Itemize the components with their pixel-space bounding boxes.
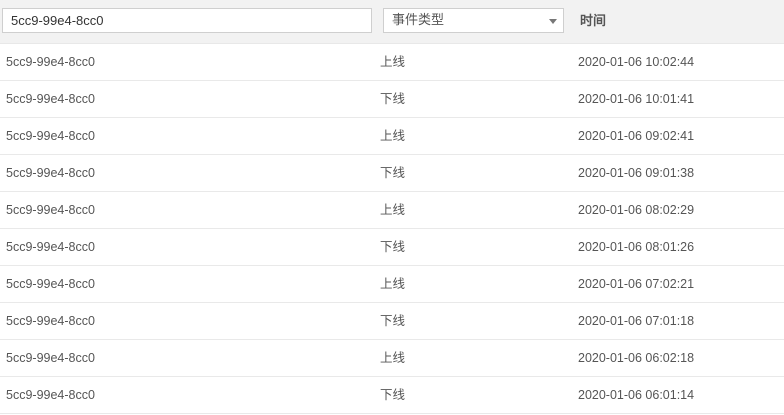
- device-id-cell: 5cc9-99e4-8cc0: [6, 351, 95, 365]
- chevron-down-icon: [549, 19, 557, 24]
- table-row: 5cc9-99e4-8cc0 上线 2020-01-06 08:02:29: [0, 192, 784, 229]
- event-type-cell: 下线: [380, 91, 406, 106]
- event-type-cell: 上线: [380, 128, 406, 143]
- event-type-cell: 上线: [380, 202, 406, 217]
- table-row: 5cc9-99e4-8cc0 下线 2020-01-06 08:01:26: [0, 229, 784, 266]
- table-row: 5cc9-99e4-8cc0 下线 2020-01-06 07:01:18: [0, 303, 784, 340]
- event-type-cell: 下线: [380, 239, 406, 254]
- device-id-cell: 5cc9-99e4-8cc0: [6, 203, 95, 217]
- table-row: 5cc9-99e4-8cc0 下线 2020-01-06 10:01:41: [0, 81, 784, 118]
- timestamp-cell: 2020-01-06 10:02:44: [578, 55, 695, 69]
- event-type-cell: 上线: [380, 54, 406, 69]
- device-id-cell: 5cc9-99e4-8cc0: [6, 388, 95, 402]
- timestamp-cell: 2020-01-06 09:02:41: [578, 129, 695, 143]
- table-row: 5cc9-99e4-8cc0 上线 2020-01-06 07:02:21: [0, 266, 784, 303]
- device-id-cell: 5cc9-99e4-8cc0: [6, 92, 95, 106]
- timestamp-cell: 2020-01-06 06:02:18: [578, 351, 695, 365]
- event-type-select-value: 事件类型: [392, 13, 445, 28]
- timestamp-cell: 2020-01-06 07:01:18: [578, 314, 695, 328]
- device-id-cell: 5cc9-99e4-8cc0: [6, 129, 95, 143]
- device-id-cell: 5cc9-99e4-8cc0: [6, 166, 95, 180]
- timestamp-cell: 2020-01-06 06:01:14: [578, 388, 695, 402]
- table-row: 5cc9-99e4-8cc0 上线 2020-01-06 09:02:41: [0, 118, 784, 155]
- device-search-input[interactable]: [2, 8, 372, 33]
- timestamp-cell: 2020-01-06 10:01:41: [578, 92, 695, 106]
- device-id-cell: 5cc9-99e4-8cc0: [6, 314, 95, 328]
- timestamp-cell: 2020-01-06 07:02:21: [578, 277, 695, 291]
- time-column-header: 时间: [580, 14, 607, 29]
- table-row: 5cc9-99e4-8cc0 下线 2020-01-06 06:01:14: [0, 377, 784, 414]
- timestamp-cell: 2020-01-06 08:02:29: [578, 203, 695, 217]
- event-type-cell: 下线: [380, 313, 406, 328]
- device-id-cell: 5cc9-99e4-8cc0: [6, 55, 95, 69]
- event-type-cell: 上线: [380, 276, 406, 291]
- timestamp-cell: 2020-01-06 08:01:26: [578, 240, 695, 254]
- device-id-cell: 5cc9-99e4-8cc0: [6, 240, 95, 254]
- table-row: 5cc9-99e4-8cc0 下线 2020-01-06 09:01:38: [0, 155, 784, 192]
- event-type-cell: 上线: [380, 350, 406, 365]
- table-row: 5cc9-99e4-8cc0 上线 2020-01-06 06:02:18: [0, 340, 784, 377]
- event-type-cell: 下线: [380, 387, 406, 402]
- event-log-table: 事件类型 时间 5cc9-99e4-8cc0 上线 2020-01-06 10:…: [0, 0, 784, 415]
- table-header: 事件类型 时间: [0, 0, 784, 44]
- table-row: 5cc9-99e4-8cc0 上线 2020-01-06 10:02:44: [0, 44, 784, 81]
- event-type-cell: 下线: [380, 165, 406, 180]
- timestamp-cell: 2020-01-06 09:01:38: [578, 166, 695, 180]
- event-type-select[interactable]: 事件类型: [383, 8, 564, 33]
- device-id-cell: 5cc9-99e4-8cc0: [6, 277, 95, 291]
